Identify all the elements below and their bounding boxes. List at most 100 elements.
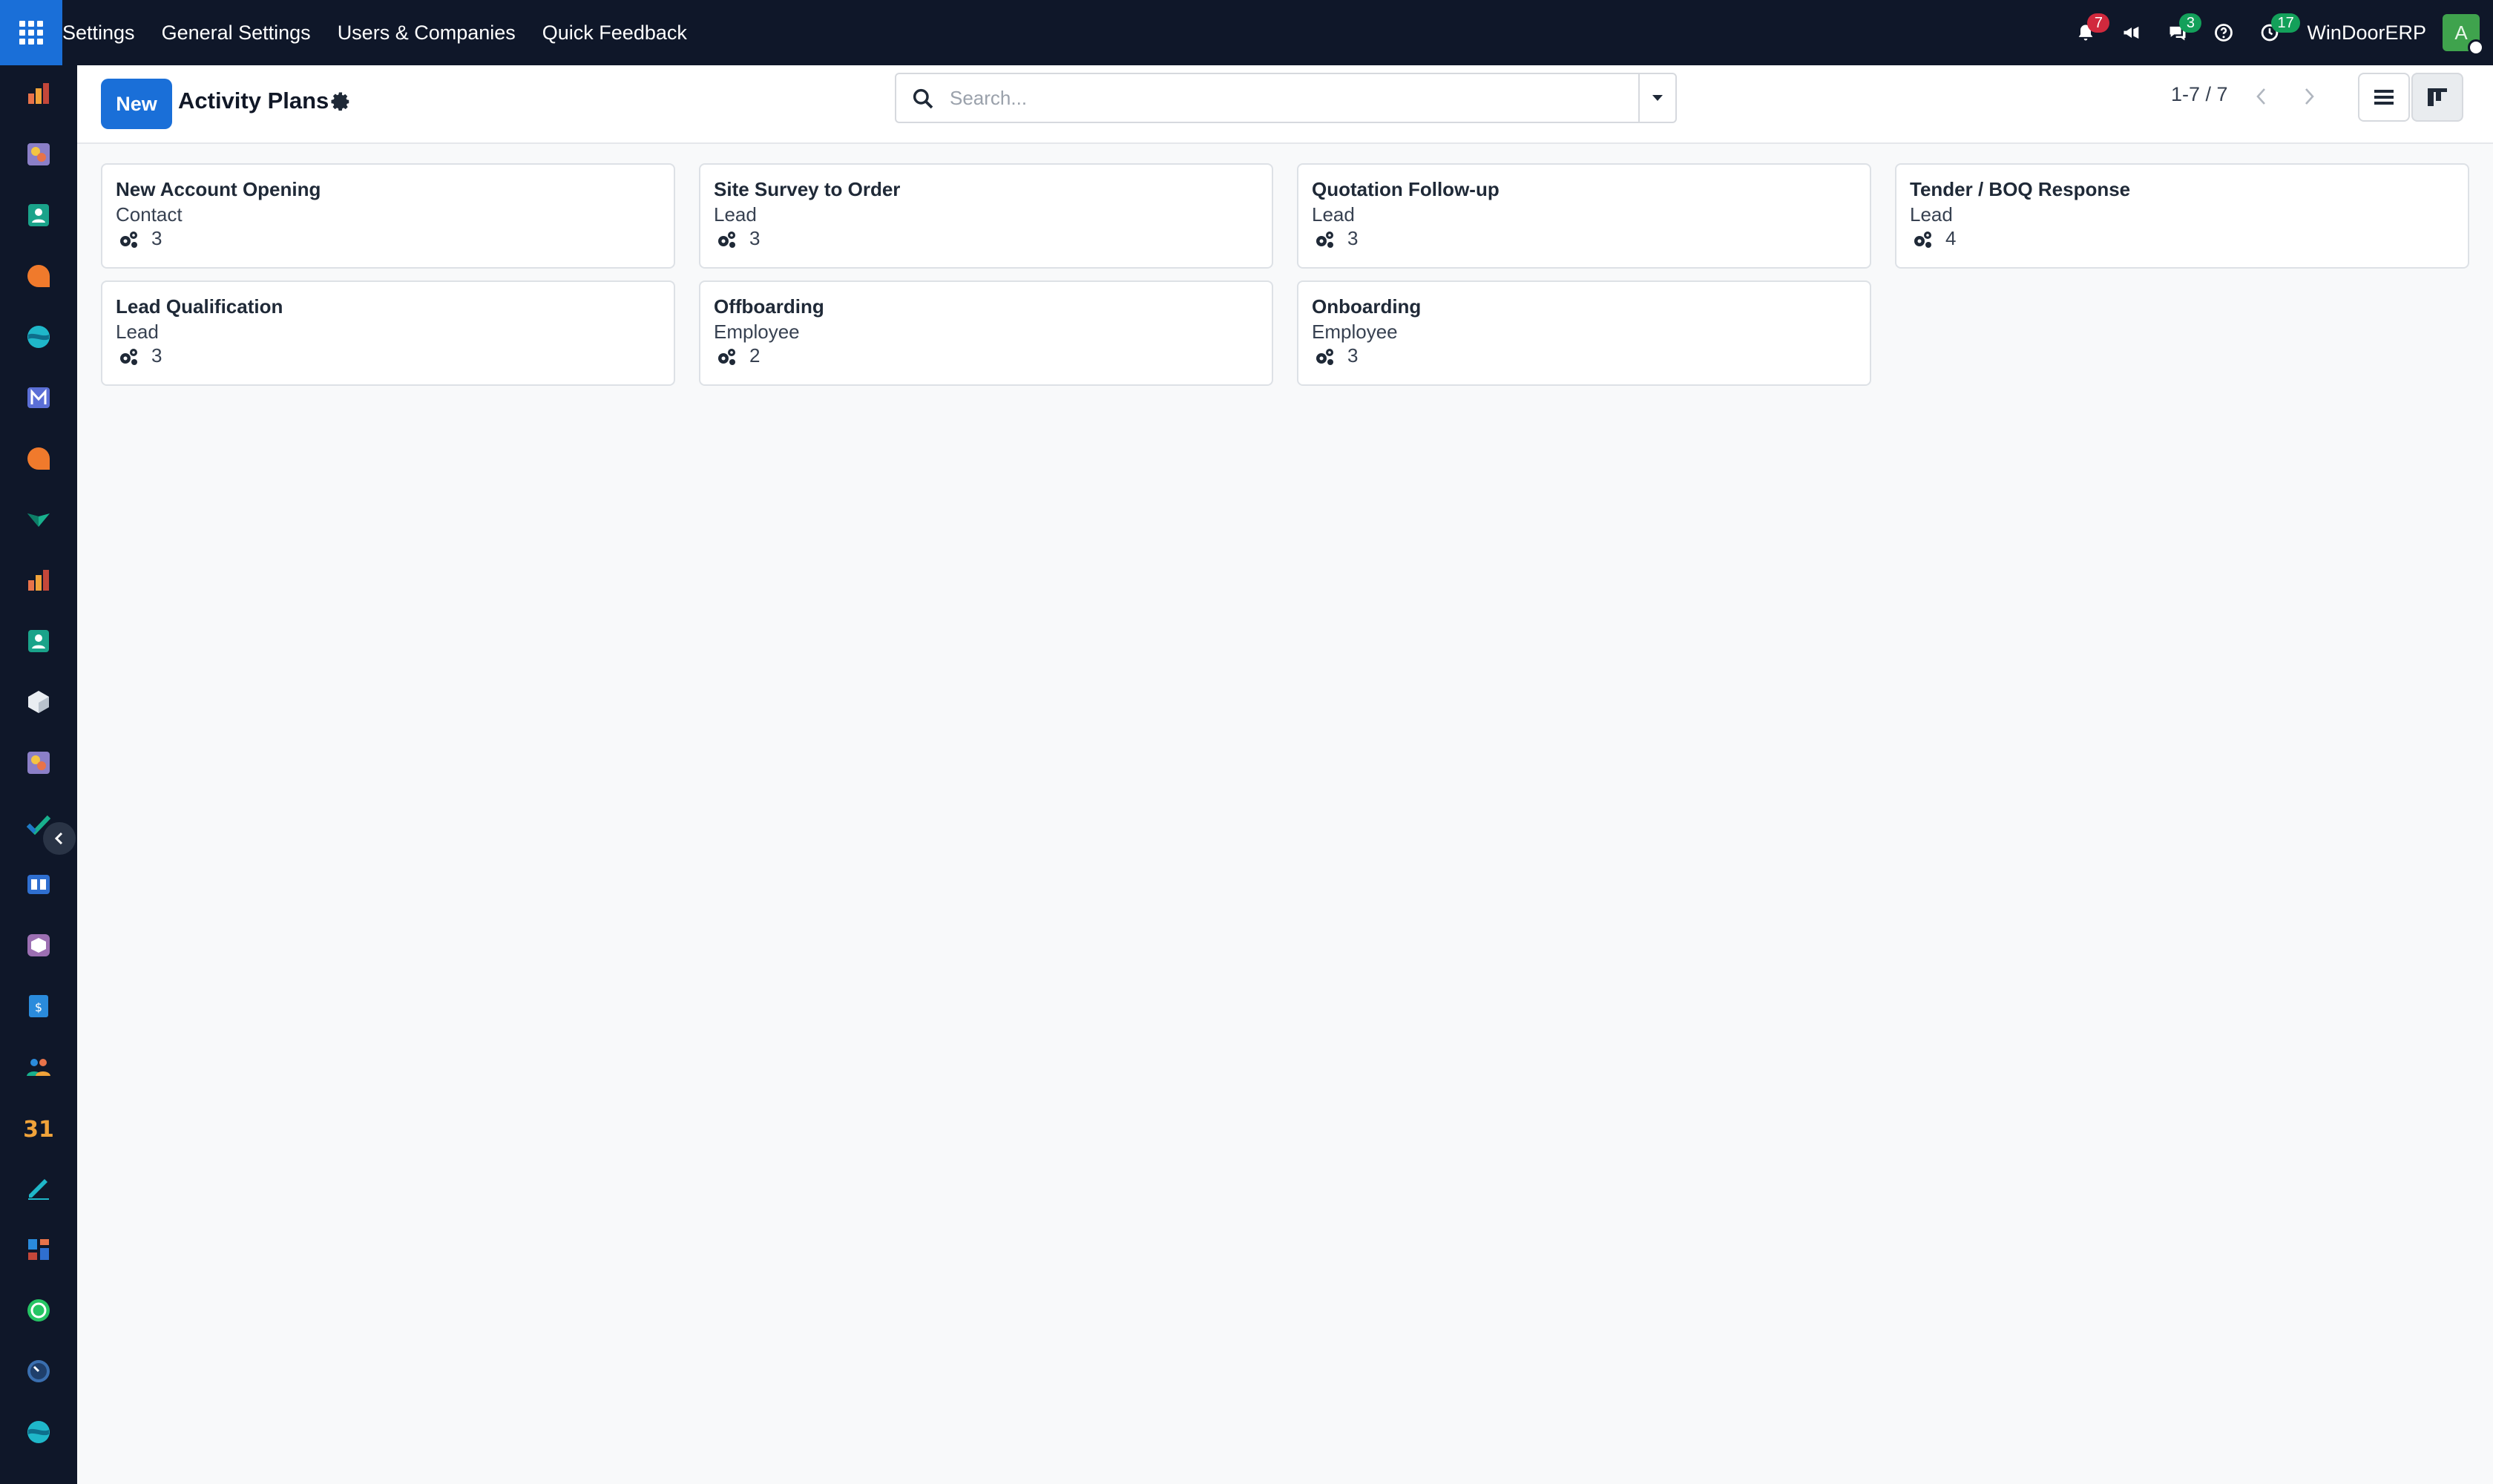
activities-gears-icon — [1316, 232, 1333, 248]
page-title[interactable]: Activity Plans — [178, 88, 329, 114]
plan-activity-count: 3 — [151, 344, 162, 367]
reporting-app-icon[interactable] — [22, 564, 55, 597]
search-icon — [913, 88, 933, 109]
notifications-badge: 7 — [2087, 13, 2110, 33]
search-bar — [895, 73, 1677, 123]
pager-previous-button[interactable] — [2239, 73, 2284, 120]
purchase-app-icon[interactable] — [22, 929, 55, 962]
menu-settings[interactable]: Settings — [62, 22, 135, 45]
user-avatar[interactable]: A — [2443, 14, 2484, 56]
plan-name: Site Survey to Order — [714, 178, 901, 200]
gear-icon[interactable] — [329, 91, 352, 113]
sidebar-collapse-button[interactable] — [43, 822, 76, 855]
plan-name: New Account Opening — [116, 178, 321, 200]
new-button[interactable]: New — [101, 79, 172, 129]
kanban-card[interactable]: Offboarding Employee 2 — [699, 280, 1273, 386]
plan-activity-count: 2 — [749, 344, 761, 367]
top-menu: Settings General Settings Users & Compan… — [62, 0, 714, 65]
plan-activity-count: 3 — [1347, 344, 1359, 367]
whatsapp-app-icon[interactable] — [22, 1294, 55, 1327]
search-options-toggle[interactable] — [1638, 74, 1675, 122]
knowledge-app-icon[interactable] — [22, 503, 55, 536]
employees-app-icon[interactable] — [22, 625, 55, 657]
kanban-card[interactable]: Onboarding Employee 3 — [1297, 280, 1871, 386]
kanban-card[interactable]: Lead Qualification Lead 3 — [101, 280, 675, 386]
website-app-icon[interactable] — [22, 321, 55, 353]
website-2-app-icon[interactable] — [22, 1416, 55, 1448]
activities-gears-icon — [120, 232, 137, 248]
pager-value[interactable]: 1-7 / 7 — [2171, 83, 2228, 106]
chevron-left-icon — [2256, 88, 2265, 105]
plan-model: Employee — [1312, 321, 1398, 343]
list-icon — [2374, 90, 2394, 105]
plan-activity-count: 3 — [1347, 227, 1359, 249]
studio-2-app-icon[interactable] — [22, 746, 55, 779]
presence-status-icon — [2468, 39, 2484, 56]
plan-model: Employee — [714, 321, 800, 343]
notifications-bell-icon[interactable]: 7 — [2065, 10, 2110, 55]
plan-model: Contact — [116, 203, 183, 226]
top-navbar: Settings General Settings Users & Compan… — [0, 0, 2493, 65]
contacts-app-icon[interactable] — [22, 199, 55, 232]
menu-general-settings[interactable]: General Settings — [162, 22, 311, 45]
caret-down-icon — [1652, 95, 1663, 101]
avatar-initial: A — [2454, 21, 2468, 44]
plan-activity-count: 3 — [749, 227, 761, 249]
plan-name: Offboarding — [714, 295, 824, 318]
plan-activity-count: 3 — [151, 227, 162, 249]
plan-name: Onboarding — [1312, 295, 1422, 318]
chevron-right-icon — [2305, 88, 2314, 105]
svg-text:$: $ — [35, 1000, 42, 1014]
chevron-left-icon — [54, 832, 63, 845]
kanban-view-button[interactable] — [2411, 73, 2463, 122]
kanban-card[interactable]: Site Survey to Order Lead 3 — [699, 163, 1273, 269]
activities-gears-icon — [718, 232, 735, 248]
search-input[interactable] — [950, 83, 1603, 113]
timesheets-app-icon[interactable] — [22, 1355, 55, 1388]
activities-clock-icon[interactable]: 17 — [2249, 10, 2300, 55]
list-view-button[interactable] — [2358, 73, 2410, 122]
studio-app-icon[interactable] — [22, 138, 55, 171]
kanban-card[interactable]: Quotation Follow-up Lead 3 — [1297, 163, 1871, 269]
pager-next-button[interactable] — [2287, 73, 2331, 120]
menu-users-companies[interactable]: Users & Companies — [338, 22, 516, 45]
livechat-app-icon[interactable] — [22, 442, 55, 475]
activities-gears-icon — [1914, 232, 1931, 248]
dashboards-app-icon[interactable] — [22, 1233, 55, 1266]
activities-gears-icon — [718, 349, 735, 365]
recruitment-app-icon[interactable] — [22, 1051, 55, 1083]
app-sidebar: $ 31 — [0, 65, 77, 1484]
kanban-icon — [2428, 88, 2447, 106]
plan-model: Lead — [714, 203, 757, 226]
elearning-app-icon[interactable] — [22, 868, 55, 901]
help-question-icon[interactable] — [2203, 10, 2244, 55]
plan-name: Quotation Follow-up — [1312, 178, 1500, 200]
activities-badge: 17 — [2271, 13, 2300, 33]
email-marketing-app-icon[interactable] — [22, 381, 55, 414]
systray: 7 3 17 WinDoorERP A — [2060, 0, 2484, 65]
calendar-app-icon[interactable]: 31 — [22, 1112, 55, 1144]
control-panel: New Activity Plans 1-7 / 7 — [77, 65, 2493, 144]
plan-name: Tender / BOQ Response — [1910, 178, 2131, 200]
plan-activity-count: 4 — [1945, 227, 1957, 249]
plan-model: Lead — [116, 321, 159, 343]
activities-gears-icon — [1316, 349, 1333, 365]
sign-app-icon[interactable] — [22, 1172, 55, 1205]
kanban-card[interactable]: Tender / BOQ Response Lead 4 — [1895, 163, 2469, 269]
inventory-app-icon[interactable] — [22, 686, 55, 718]
sales-app-icon[interactable] — [22, 77, 55, 110]
plan-name: Lead Qualification — [116, 295, 283, 318]
messages-badge: 3 — [2179, 13, 2202, 33]
discuss-app-icon[interactable] — [22, 260, 55, 292]
invoicing-app-icon[interactable]: $ — [22, 990, 55, 1022]
plan-model: Lead — [1312, 203, 1355, 226]
app-menu-icon[interactable] — [0, 0, 62, 65]
messages-chat-icon[interactable]: 3 — [2157, 10, 2202, 55]
kanban-card[interactable]: New Account Opening Contact 3 — [101, 163, 675, 269]
menu-quick-feedback[interactable]: Quick Feedback — [542, 22, 687, 45]
activities-gears-icon — [120, 349, 137, 365]
plan-model: Lead — [1910, 203, 1953, 226]
company-switcher[interactable]: WinDoorERP — [2307, 22, 2426, 45]
announcement-megaphone-icon[interactable] — [2111, 10, 2152, 55]
svg-text:31: 31 — [23, 1117, 54, 1143]
